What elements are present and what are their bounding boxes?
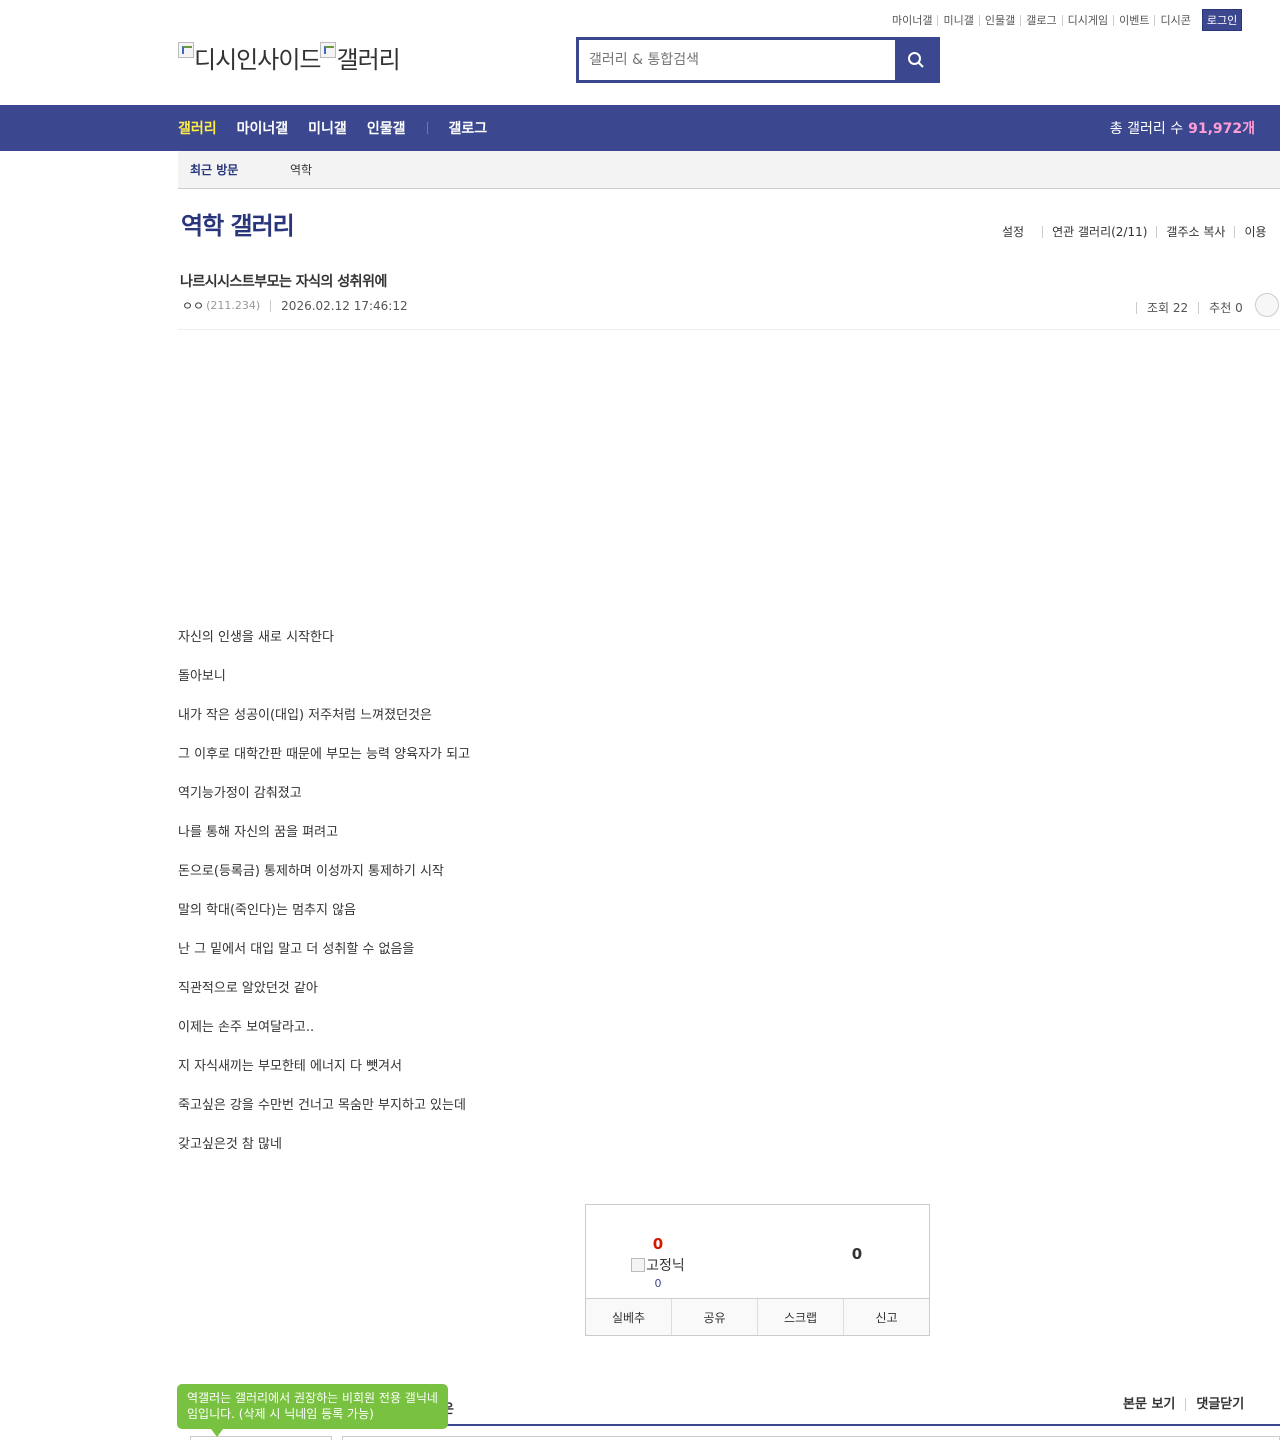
util-link-dccon[interactable]: 디시콘 xyxy=(1155,15,1195,26)
fixed-nick-label: 고정닉 xyxy=(646,1258,685,1274)
gnb-menu: 갤러리 마이너갤 미니갤 인물갤 갤로그 xyxy=(178,105,507,151)
option-copy-address[interactable]: 갤주소 복사 xyxy=(1156,226,1234,238)
recent-visit-title[interactable]: 최근 방문 xyxy=(190,161,290,178)
post-body-line: 갖고싶은것 참 많네 xyxy=(178,1137,282,1152)
site-logo[interactable]: 디시인사이드 갤러리 xyxy=(178,40,401,75)
gallery-count-value: 91,972개 xyxy=(1188,121,1255,137)
post-body-line: 자신의 인생을 새로 시작한다 xyxy=(178,630,334,645)
logo-gallery-text: 갤러리 xyxy=(336,46,400,74)
gallery-options: 설정 연관 갤러리(2/11) 갤주소 복사 이용 xyxy=(1002,226,1276,238)
post-recommend-count: 추천 0 xyxy=(1198,302,1253,314)
scrap-button[interactable]: 스크랩 xyxy=(757,1299,843,1335)
gallery-count-label: 총 갤러리 수 xyxy=(1109,121,1184,137)
util-link-person[interactable]: 인물갤 xyxy=(980,14,1022,26)
post-stats: 조회 22 추천 0 xyxy=(1136,293,1279,317)
recent-visit-bar: 최근 방문 역학 xyxy=(178,151,1280,189)
post-body-line: 직관적으로 알았던것 같아 xyxy=(178,981,318,996)
search-input[interactable] xyxy=(579,40,895,80)
post-body-line: 내가 작은 성공이(대입) 저주처럼 느껴졌던것은 xyxy=(178,708,432,723)
search-icon xyxy=(908,52,924,68)
gnb-item-person[interactable]: 인물갤 xyxy=(367,118,406,138)
best-recommend-button[interactable]: 실베추 xyxy=(586,1299,671,1335)
broken-image-icon xyxy=(178,42,194,58)
post-title: 나르시시스트부모는 자식의 성취위에 xyxy=(180,274,387,290)
util-link-minor[interactable]: 마이너갤 xyxy=(892,14,939,26)
view-body-button[interactable]: 본문 보기 xyxy=(1123,1398,1185,1411)
util-link-game[interactable]: 디시게임 xyxy=(1063,14,1115,26)
util-link-event[interactable]: 이벤트 xyxy=(1114,14,1156,26)
close-comments-button[interactable]: 댓글닫기 xyxy=(1185,1398,1244,1411)
top-utility-links: 마이너갤 미니갤 인물갤 갤로그 디시게임 이벤트 디시콘 로그인 xyxy=(892,9,1243,31)
post-body-line: 지 자식새끼는 부모한테 에너지 다 뺏겨서 xyxy=(178,1059,402,1074)
comment-textarea[interactable] xyxy=(342,1436,1280,1440)
logo-site-text: 디시인사이드 xyxy=(194,46,321,74)
option-related-gallery[interactable]: 연관 갤러리(2/11) xyxy=(1042,226,1156,238)
recent-visit-gallery[interactable]: 역학 xyxy=(290,161,312,178)
post-info: ㅇㅇ (211.234) 2026.02.12 17:46:12 xyxy=(182,297,408,314)
share-button[interactable]: 공유 xyxy=(671,1299,757,1335)
post-body-line: 돈으로(등록금) 통제하며 이성까지 통제하기 시작 xyxy=(178,864,444,879)
post-views: 조회 22 xyxy=(1136,302,1198,314)
search-box xyxy=(576,37,940,83)
downvote-button[interactable]: 0 xyxy=(842,1245,872,1263)
login-button[interactable]: 로그인 xyxy=(1201,9,1243,31)
gnb-item-mini[interactable]: 미니갤 xyxy=(308,118,347,138)
recommend-box: 0 고정닉 0 0 실베추 공유 스크랩 신고 xyxy=(585,1204,930,1336)
post-date: 2026.02.12 17:46:12 xyxy=(270,299,408,312)
post-body-line: 이제는 손주 보여달라고.. xyxy=(178,1020,315,1035)
search-button[interactable] xyxy=(895,40,937,80)
nick-tooltip: 역갤러는 갤러리에서 권장하는 비회원 전용 갤닉네임입니다. (삭제 시 닉네… xyxy=(177,1384,448,1437)
util-link-mini[interactable]: 미니갤 xyxy=(938,14,980,26)
gnb-item-minor[interactable]: 마이너갤 xyxy=(237,118,289,138)
option-settings[interactable]: 설정 xyxy=(1002,226,1042,238)
post-body-line: 나를 통해 자신의 꿈을 펴려고 xyxy=(178,825,339,840)
post-body-line: 말의 학대(죽인다)는 멈추지 않음 xyxy=(178,903,357,918)
fixed-nick-count: 0 xyxy=(654,1277,662,1290)
post-body-line: 역기능가정이 감춰졌고 xyxy=(178,786,302,801)
gallery-count: 총 갤러리 수 91,972개 xyxy=(1110,105,1255,151)
gnb-item-gallery[interactable]: 갤러리 xyxy=(178,118,217,138)
broken-image-icon xyxy=(631,1258,646,1272)
post-actions: 실베추 공유 스크랩 신고 xyxy=(586,1298,929,1335)
comment-jump-button[interactable] xyxy=(1254,293,1279,317)
post-body-line: 죽고싶은 강을 수만번 건너고 목숨만 부지하고 있는데 xyxy=(178,1098,466,1113)
upvote-button[interactable]: 0 고정닉 0 xyxy=(626,1235,690,1290)
gnb-item-gallog[interactable]: 갤로그 xyxy=(448,118,487,138)
gnb-divider xyxy=(427,122,429,134)
fixed-nick-recommend: 고정닉 xyxy=(626,1255,690,1275)
upvote-count: 0 xyxy=(652,1235,664,1253)
post-body: 자신의 인생을 새로 시작한다 돌아보니 내가 작은 성공이(대입) 저주처럼 … xyxy=(178,629,470,1175)
post-body-line: 돌아보니 xyxy=(178,669,226,684)
comment-tabs: 본문 보기 댓글닫기 xyxy=(1123,1398,1244,1411)
post-divider xyxy=(178,329,1280,330)
broken-image-icon xyxy=(320,42,337,58)
global-nav: 갤러리 마이너갤 미니갤 인물갤 갤로그 총 갤러리 수 91,972개 xyxy=(0,105,1280,151)
post-body-line: 그 이후로 대학간판 때문에 부모는 능력 양육자가 되고 xyxy=(178,747,471,762)
post-body-line: 난 그 밑에서 대입 말고 더 성취할 수 없음을 xyxy=(178,942,415,957)
gallery-title[interactable]: 역학 갤러리 xyxy=(181,206,295,241)
post-author-nick[interactable]: ㅇㅇ xyxy=(182,297,204,314)
downvote-count: 0 xyxy=(851,1245,863,1263)
report-button[interactable]: 신고 xyxy=(843,1299,929,1335)
option-usage[interactable]: 이용 xyxy=(1234,226,1275,238)
post-author-ip: (211.234) xyxy=(206,299,261,312)
util-link-gallog[interactable]: 갤로그 xyxy=(1021,14,1063,26)
